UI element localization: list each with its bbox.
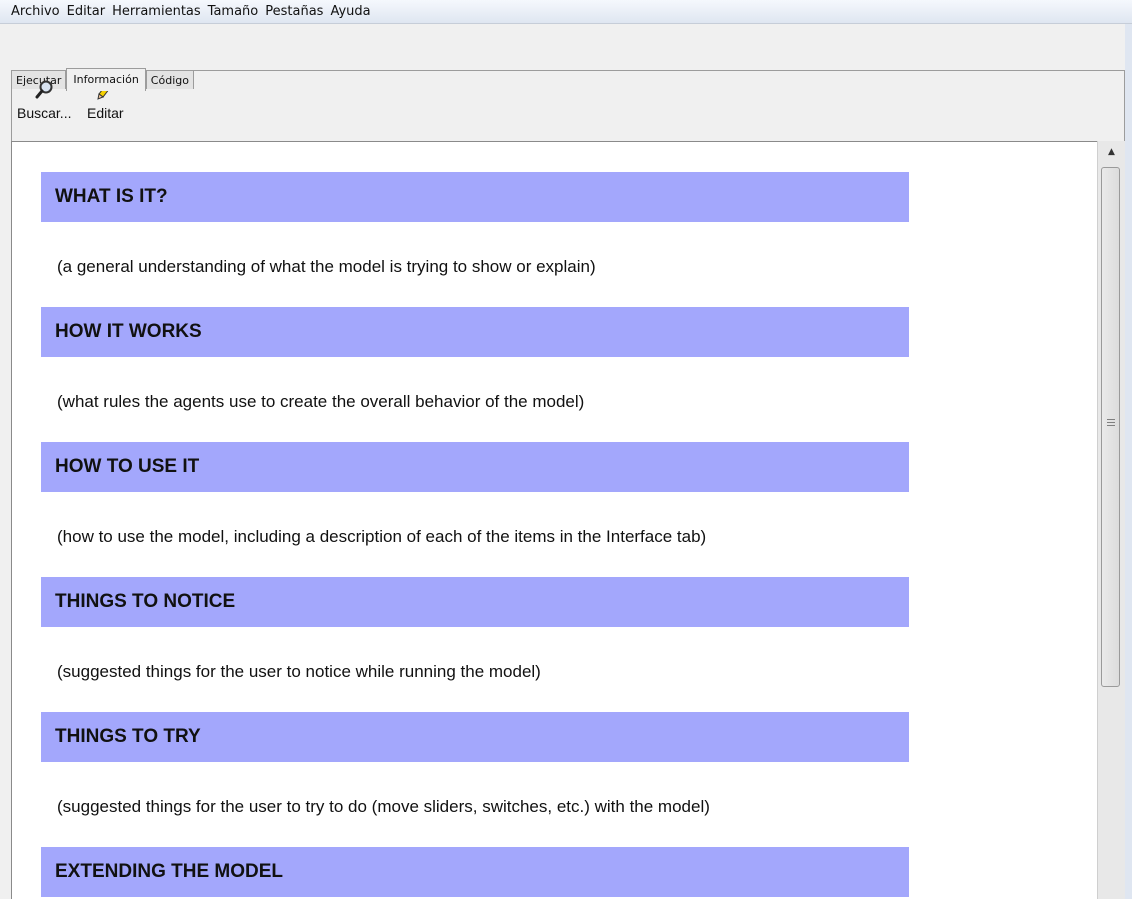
section-how-to-use-it: HOW TO USE IT (how to use the model, inc…	[41, 442, 909, 548]
section-extending-the-model: EXTENDING THE MODEL	[41, 847, 909, 897]
grip-icon	[1107, 419, 1115, 428]
section-heading: HOW TO USE IT	[41, 442, 909, 492]
section-text: (what rules the agents use to create the…	[57, 392, 585, 411]
section-text: (suggested things for the user to try to…	[57, 797, 710, 816]
section-text: (suggested things for the user to notice…	[57, 662, 541, 681]
section-what-is-it: WHAT IS IT? (a general understanding of …	[41, 172, 909, 278]
info-document: WHAT IS IT? (a general understanding of …	[11, 141, 1097, 899]
section-heading: EXTENDING THE MODEL	[41, 847, 909, 897]
section-heading: WHAT IS IT?	[41, 172, 909, 222]
tab-informacion[interactable]: Información	[66, 68, 146, 91]
section-text: (a general understanding of what the mod…	[57, 257, 596, 276]
section-how-it-works: HOW IT WORKS (what rules the agents use …	[41, 307, 909, 413]
menu-bar: Archivo Editar Herramientas Tamaño Pesta…	[0, 0, 1132, 24]
section-things-to-notice: THINGS TO NOTICE (suggested things for t…	[41, 577, 909, 683]
menu-editar[interactable]: Editar	[67, 4, 106, 19]
menu-herramientas[interactable]: Herramientas	[112, 4, 201, 19]
section-things-to-try: THINGS TO TRY (suggested things for the …	[41, 712, 909, 818]
section-text: (how to use the model, including a descr…	[57, 527, 707, 546]
edit-button-label: Editar	[87, 105, 124, 121]
section-heading: HOW IT WORKS	[41, 307, 909, 357]
find-button[interactable]: Buscar...	[17, 79, 71, 121]
scroll-thumb[interactable]	[1101, 167, 1120, 687]
menu-tamano[interactable]: Tamaño	[208, 4, 259, 19]
info-toolbar: Buscar... Editar	[11, 71, 1125, 141]
menu-pestanas[interactable]: Pestañas	[265, 4, 323, 19]
section-heading: THINGS TO TRY	[41, 712, 909, 762]
magnifier-icon	[35, 80, 53, 99]
menu-archivo[interactable]: Archivo	[11, 4, 60, 19]
menu-ayuda[interactable]: Ayuda	[330, 4, 370, 19]
scroll-up-arrow-icon[interactable]: ▲	[1098, 141, 1125, 163]
section-heading: THINGS TO NOTICE	[41, 577, 909, 627]
window-frame-right	[1125, 24, 1132, 899]
vertical-scrollbar[interactable]: ▲	[1097, 141, 1125, 899]
find-button-label: Buscar...	[17, 105, 72, 121]
